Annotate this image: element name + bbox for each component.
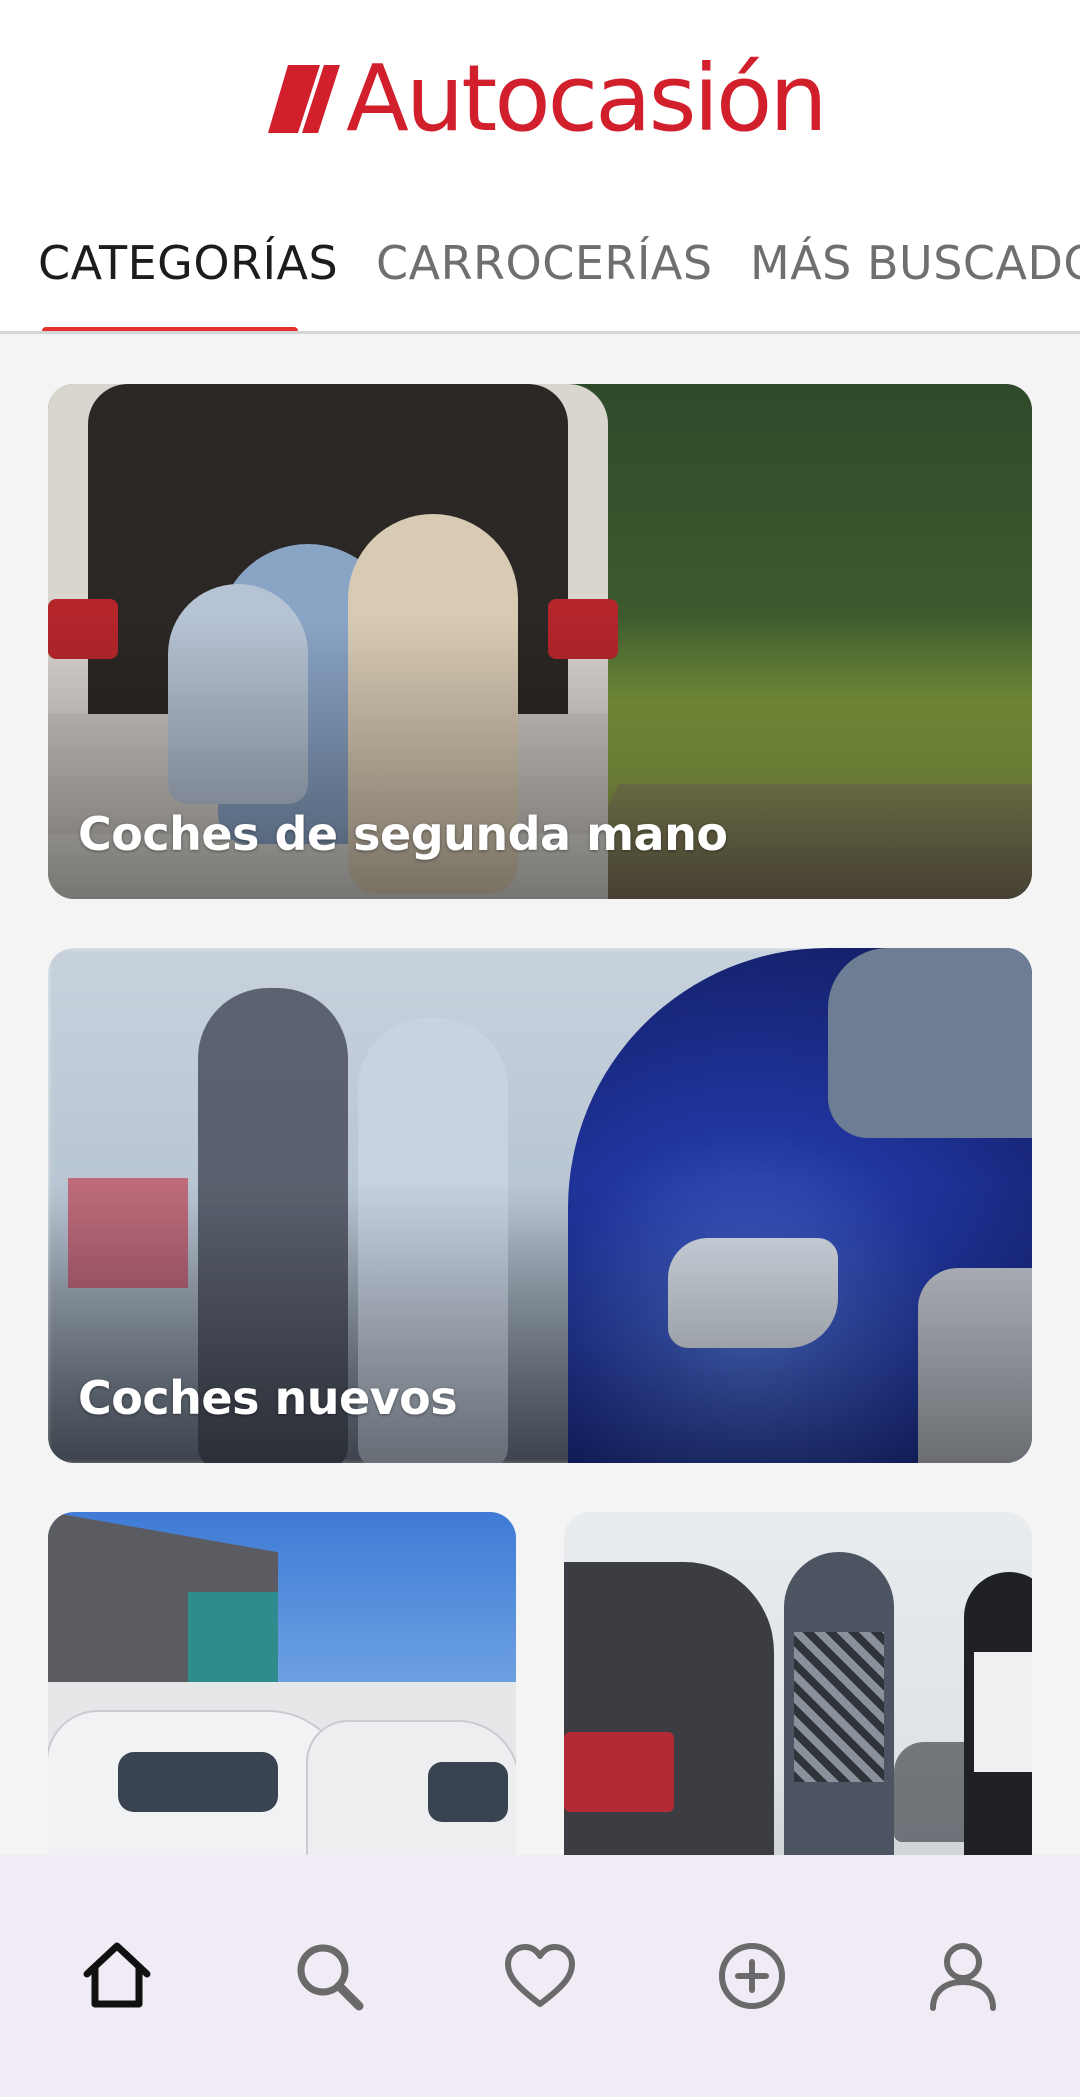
card-new-cars[interactable]: Coches nuevos	[48, 948, 1032, 1463]
image-van-window-1	[118, 1752, 278, 1812]
image-van-window-2	[428, 1762, 508, 1822]
category-tabs: CATEGORÍAS CARROCERÍAS MÁS BUSCADOS	[0, 200, 1080, 334]
nav-search[interactable]	[221, 1855, 437, 2097]
logo-mark-icon	[268, 65, 340, 133]
active-tab-indicator	[42, 327, 298, 331]
card-used-cars[interactable]: Coches de segunda mano	[48, 384, 1032, 899]
card-vans[interactable]	[48, 1512, 516, 1912]
bottom-navigation	[0, 1855, 1080, 2097]
search-icon	[297, 1944, 364, 2011]
image-taillight	[564, 1732, 674, 1812]
nav-add[interactable]	[644, 1855, 860, 2097]
user-icon	[930, 1943, 996, 2011]
image-plaid-shirt	[794, 1632, 884, 1782]
logo-text: Autocasión	[346, 45, 828, 152]
nav-profile[interactable]	[855, 1855, 1071, 2097]
autocasion-logo[interactable]: Autocasión	[268, 44, 828, 154]
nav-favorites[interactable]	[432, 1855, 648, 2097]
card-showroom[interactable]	[564, 1512, 1032, 1912]
nav-home[interactable]	[9, 1855, 225, 2097]
home-icon	[83, 1942, 151, 2008]
app-header: Autocasión	[0, 0, 1080, 200]
tab-mas-buscados[interactable]: MÁS BUSCADOS	[750, 236, 1080, 290]
tab-categorias[interactable]: CATEGORÍAS	[38, 236, 338, 290]
add-circle-icon	[719, 1943, 785, 2009]
image-white-shirt	[974, 1652, 1032, 1772]
heart-icon	[505, 1944, 575, 2007]
image-glass-facade	[188, 1592, 278, 1692]
card-label-new-cars: Coches nuevos	[78, 1371, 458, 1425]
tab-carrocerias[interactable]: CARROCERÍAS	[376, 236, 713, 290]
card-label-used-cars: Coches de segunda mano	[78, 807, 728, 861]
image-car-window	[828, 948, 1032, 1138]
